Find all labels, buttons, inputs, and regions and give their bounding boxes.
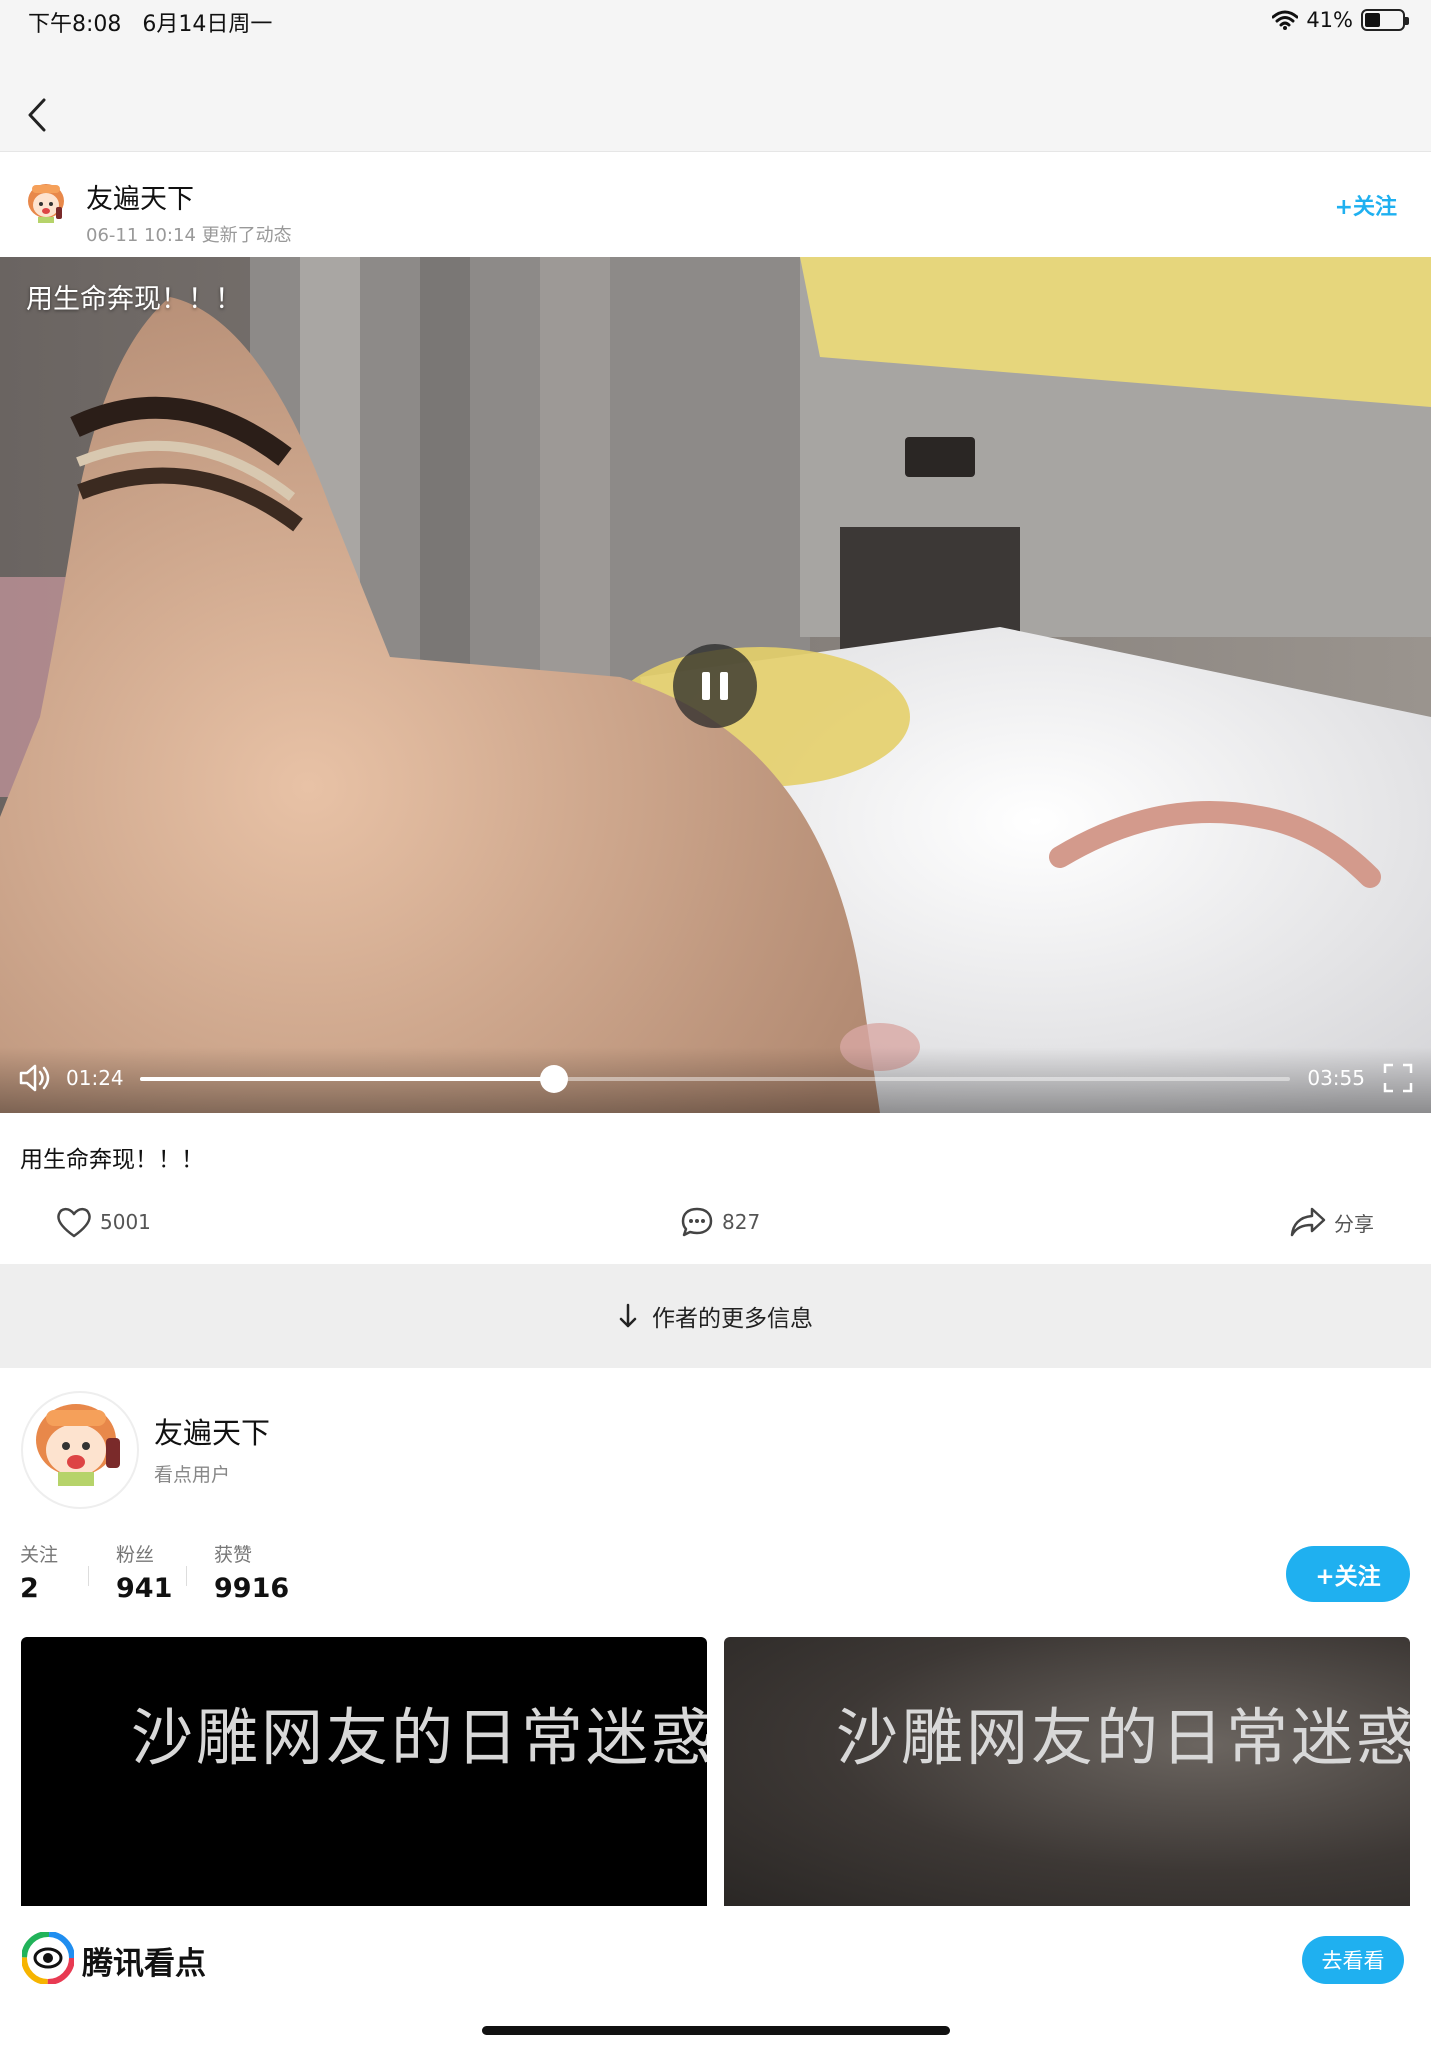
duration: 03:55: [1307, 1066, 1365, 1090]
pause-icon-bar: [720, 672, 728, 700]
stat-likes[interactable]: 获赞 9916: [214, 1540, 289, 1604]
follow-button[interactable]: +关注: [1286, 1546, 1410, 1602]
arrow-down-icon: [619, 1303, 637, 1328]
author-name[interactable]: 友遍天下: [86, 177, 194, 216]
stat-label: 关注: [20, 1544, 59, 1566]
status-time: 下午8:08 6月14日周一: [28, 6, 272, 38]
top-bar: 下午8:08 6月14日周一 41%: [0, 0, 1431, 152]
share-label: 分享: [1334, 1211, 1374, 1236]
app-banner: 腾讯看点 去看看: [0, 1906, 1431, 2048]
comment-button[interactable]: 827: [680, 1202, 760, 1242]
comment-icon: [681, 1207, 713, 1237]
back-arrow-icon[interactable]: [22, 94, 52, 136]
video-player[interactable]: 用生命奔现！！！ 01:24 03:55: [0, 257, 1431, 1113]
pause-button[interactable]: [673, 644, 757, 728]
follow-button-top[interactable]: +关注: [1335, 189, 1397, 221]
stat-value: 941: [116, 1573, 173, 1604]
profile-avatar[interactable]: [20, 1390, 140, 1510]
video-thumbnail[interactable]: 沙雕网友的日常迷惑: [21, 1637, 707, 1907]
wifi-icon: [1272, 10, 1299, 30]
stat-fans[interactable]: 粉丝 941: [116, 1540, 172, 1604]
status-clock: 下午8:08: [28, 12, 122, 37]
battery-fill: [1365, 13, 1380, 27]
battery-icon: [1361, 9, 1409, 31]
video-controls: 01:24 03:55: [0, 1047, 1431, 1113]
video-overlay-caption: 用生命奔现！！！: [26, 284, 242, 315]
stat-value: 9916: [214, 1573, 290, 1604]
fullscreen-icon[interactable]: [1383, 1063, 1413, 1093]
status-indicators: 41%: [1272, 8, 1409, 32]
app-name: 腾讯看点: [82, 1946, 206, 1982]
comment-count: 827: [722, 1210, 761, 1234]
stat-value: 2: [20, 1573, 39, 1604]
stat-divider: [186, 1566, 187, 1586]
progress-played: [140, 1077, 554, 1081]
stat-following[interactable]: 关注 2: [20, 1540, 58, 1604]
like-count: 5001: [100, 1210, 151, 1234]
profile-name[interactable]: 友遍天下: [154, 1410, 270, 1452]
current-time: 01:24: [66, 1066, 124, 1090]
post-author-row: 友遍天下 06-11 10:14 更新了动态 +关注: [0, 153, 1431, 257]
video-thumbnail[interactable]: 沙雕网友的日常迷惑: [724, 1637, 1410, 1907]
thumbnail-title: 沙雕网友的日常迷惑: [836, 1701, 1410, 1774]
stat-divider: [88, 1566, 89, 1586]
more-info-label: 作者的更多信息: [652, 1306, 813, 1332]
share-button[interactable]: 分享: [1290, 1202, 1374, 1242]
volume-icon[interactable]: [18, 1063, 52, 1093]
home-indicator: [482, 2026, 950, 2035]
like-button[interactable]: 5001: [56, 1202, 151, 1242]
progress-thumb[interactable]: [540, 1065, 568, 1093]
progress-track[interactable]: [140, 1065, 1290, 1093]
author-avatar[interactable]: [22, 177, 70, 233]
battery-percent: 41%: [1306, 8, 1353, 32]
stat-label: 获赞: [214, 1544, 253, 1566]
status-date: 6月14日周一: [142, 12, 273, 37]
post-text: 用生命奔现！！！: [20, 1147, 204, 1173]
open-app-button[interactable]: 去看看: [1302, 1936, 1404, 1984]
post-timestamp: 06-11 10:14 更新了动态: [86, 225, 292, 246]
pause-icon: [702, 672, 710, 700]
app-logo-icon: [22, 1932, 74, 1984]
battery-nub: [1405, 17, 1409, 25]
more-info-toggle[interactable]: 作者的更多信息: [0, 1264, 1431, 1368]
stat-label: 粉丝: [116, 1544, 155, 1566]
heart-icon: [57, 1207, 91, 1238]
profile-type: 看点用户: [154, 1464, 231, 1486]
thumbnail-title: 沙雕网友的日常迷惑: [131, 1701, 707, 1774]
share-icon: [1290, 1207, 1326, 1237]
